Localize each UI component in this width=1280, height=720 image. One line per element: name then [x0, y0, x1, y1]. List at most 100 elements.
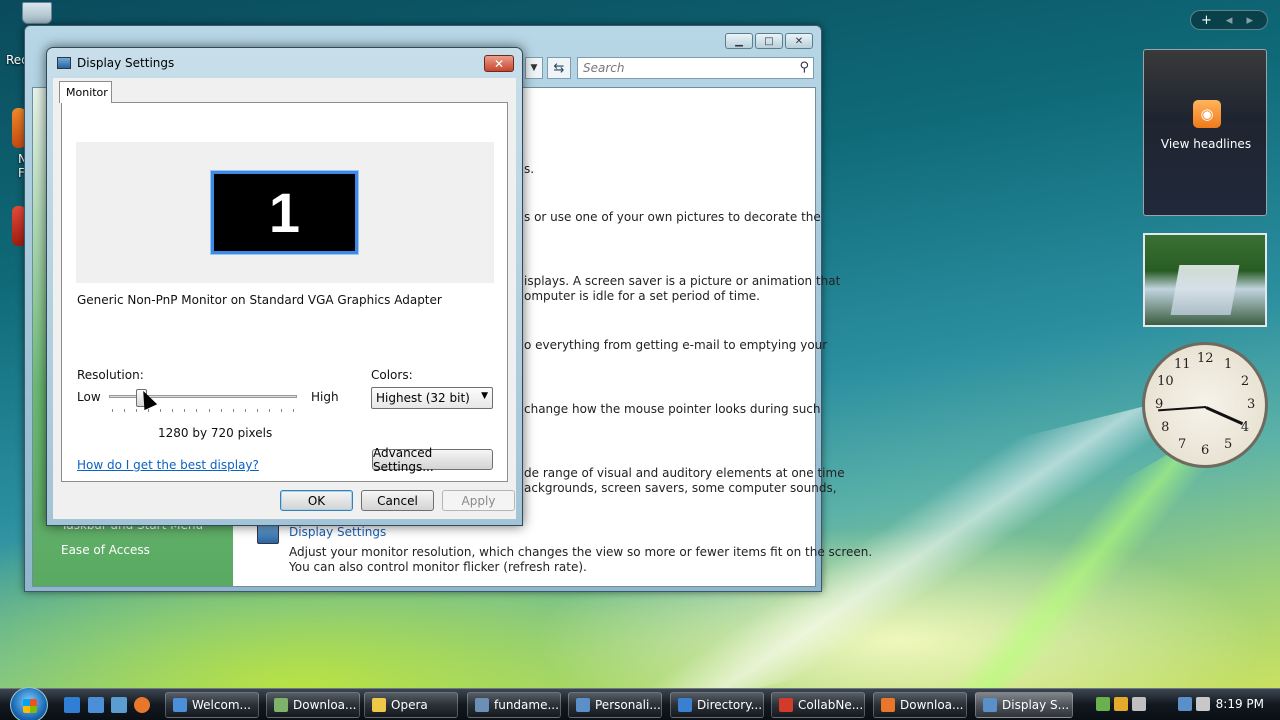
- display-settings-link[interactable]: Display Settings: [289, 525, 386, 539]
- show-desktop-icon[interactable]: [88, 697, 104, 713]
- task-opera[interactable]: Opera: [364, 692, 458, 718]
- colors-selected-value: Highest (32 bit): [376, 391, 470, 405]
- slider-tick: [184, 409, 186, 412]
- slider-tick: [196, 409, 198, 412]
- slider-tick: [208, 409, 210, 412]
- wallpaper-streak: [875, 433, 1265, 720]
- task-description: s or use one of your own pictures to dec…: [524, 210, 821, 224]
- start-button[interactable]: [10, 687, 48, 720]
- clock-hour-hand: [1205, 406, 1244, 426]
- task-description: o everything from getting e-mail to empt…: [524, 338, 828, 352]
- task-downloads-1[interactable]: Downloa...: [266, 692, 360, 718]
- task-collabnet[interactable]: CollabNe...: [771, 692, 865, 718]
- display-settings-dialog: Display Settings ✕ Monitor 1 Generic Non…: [46, 47, 523, 526]
- cancel-button[interactable]: Cancel: [361, 490, 434, 511]
- refresh-icon[interactable]: ⇆: [547, 57, 571, 79]
- task-personalization[interactable]: Personali...: [568, 692, 662, 718]
- display-settings-description: You can also control monitor flicker (re…: [289, 560, 587, 574]
- search-input[interactable]: Search ⚲: [577, 57, 814, 79]
- task-label: Downloa...: [293, 698, 357, 712]
- switch-windows-icon[interactable]: [111, 697, 127, 713]
- tray-app-icon[interactable]: [1114, 697, 1128, 711]
- task-description: change how the mouse pointer looks durin…: [524, 402, 821, 416]
- close-button[interactable]: ✕: [484, 55, 514, 72]
- clock-gadget[interactable]: 12 1 2 3 4 5 6 7 8 9 10 11: [1142, 342, 1268, 468]
- slider-tick: [256, 409, 258, 412]
- clock-number: 8: [1161, 420, 1170, 435]
- next-icon[interactable]: ▸: [1246, 13, 1253, 28]
- resolution-high-label: High: [311, 390, 339, 404]
- monitor-preview-area: 1: [76, 142, 494, 283]
- clock-number: 9: [1155, 397, 1164, 412]
- task-app-icon: [983, 698, 997, 712]
- task-description: isplays. A screen saver is a picture or …: [524, 274, 841, 288]
- firefox-icon[interactable]: [134, 697, 150, 713]
- recycle-bin-icon[interactable]: [0, 0, 52, 50]
- dialog-title: Display Settings: [77, 56, 175, 70]
- slider-tick: [148, 409, 150, 412]
- colors-select[interactable]: Highest (32 bit) ▼: [371, 387, 493, 409]
- internet-explorer-icon[interactable]: [64, 697, 80, 713]
- dialog-body: Monitor 1 Generic Non-PnP Monitor on Sta…: [53, 78, 516, 519]
- slideshow-gadget[interactable]: [1143, 233, 1267, 327]
- task-description: s.: [524, 162, 535, 176]
- tray-app-icon[interactable]: [1096, 697, 1110, 711]
- clock-minute-hand: [1158, 406, 1207, 412]
- display-settings-icon: [57, 57, 71, 69]
- clock-number: 2: [1240, 374, 1250, 389]
- feed-headlines-gadget[interactable]: ◉ View headlines: [1143, 49, 1267, 216]
- recent-pages-dropdown[interactable]: ▼: [525, 57, 543, 79]
- clock-number: 5: [1224, 436, 1233, 452]
- clock-number: 11: [1174, 357, 1191, 373]
- clock-number: 4: [1240, 420, 1250, 435]
- view-headlines-label[interactable]: View headlines: [1144, 137, 1268, 151]
- slider-tick: [292, 409, 294, 412]
- task-app-icon: [779, 698, 793, 712]
- taskbar-clock[interactable]: 8:19 PM: [1216, 697, 1264, 711]
- display-settings-description: Adjust your monitor resolution, which ch…: [289, 545, 873, 559]
- task-description: de range of visual and auditory elements…: [524, 466, 845, 480]
- colors-label: Colors:: [371, 368, 413, 382]
- best-display-help-link[interactable]: How do I get the best display?: [77, 458, 259, 472]
- task-label: Directory...: [697, 698, 763, 712]
- advanced-settings-button[interactable]: Advanced Settings...: [372, 446, 493, 474]
- clock-number: 12: [1197, 351, 1214, 366]
- task-directory[interactable]: Directory...: [670, 692, 764, 718]
- address-toolbar: ▼ ⇆ Search ⚲: [525, 56, 817, 80]
- close-button[interactable]: ✕: [785, 33, 813, 49]
- resolution-slider-ticks: [112, 409, 294, 413]
- clock-number: 7: [1178, 436, 1187, 452]
- ok-button[interactable]: OK: [280, 490, 353, 511]
- task-welcome[interactable]: Welcom...: [165, 692, 259, 718]
- add-gadget-icon[interactable]: +: [1201, 13, 1212, 28]
- monitor-tab-panel: 1 Generic Non-PnP Monitor on Standard VG…: [61, 102, 508, 482]
- task-app-icon: [576, 698, 590, 712]
- previous-icon[interactable]: ◂: [1226, 13, 1233, 28]
- maximize-button[interactable]: □: [755, 33, 783, 49]
- network-icon[interactable]: [1178, 697, 1192, 711]
- apply-button[interactable]: Apply: [442, 490, 515, 511]
- minimize-button[interactable]: ▁: [725, 33, 753, 49]
- resolution-label: Resolution:: [77, 368, 144, 382]
- recycle-bin-graphic: [22, 2, 52, 24]
- monitor-1-preview[interactable]: 1: [210, 170, 359, 255]
- clock-number: 6: [1201, 443, 1210, 458]
- task-display-settings[interactable]: Display S...: [975, 692, 1073, 718]
- task-fundamentals[interactable]: fundame...: [467, 692, 561, 718]
- slider-tick: [124, 409, 126, 412]
- volume-muted-icon[interactable]: [1196, 697, 1210, 711]
- search-icon[interactable]: ⚲: [799, 60, 809, 75]
- task-description: ackgrounds, screen savers, some computer…: [524, 481, 837, 495]
- system-tray: 8:19 PM: [1092, 689, 1280, 720]
- task-app-icon: [475, 698, 489, 712]
- task-label: Opera: [391, 698, 428, 712]
- clock-number: 10: [1157, 374, 1174, 389]
- sidebar-item-ease-of-access[interactable]: Ease of Access: [61, 543, 150, 557]
- task-downloads-2[interactable]: Downloa...: [873, 692, 967, 718]
- slider-tick: [172, 409, 174, 412]
- slider-tick: [112, 409, 113, 412]
- task-label: Downloa...: [900, 698, 964, 712]
- tab-monitor[interactable]: Monitor: [59, 81, 112, 103]
- task-app-icon: [678, 698, 692, 712]
- tray-app-icon[interactable]: [1132, 697, 1146, 711]
